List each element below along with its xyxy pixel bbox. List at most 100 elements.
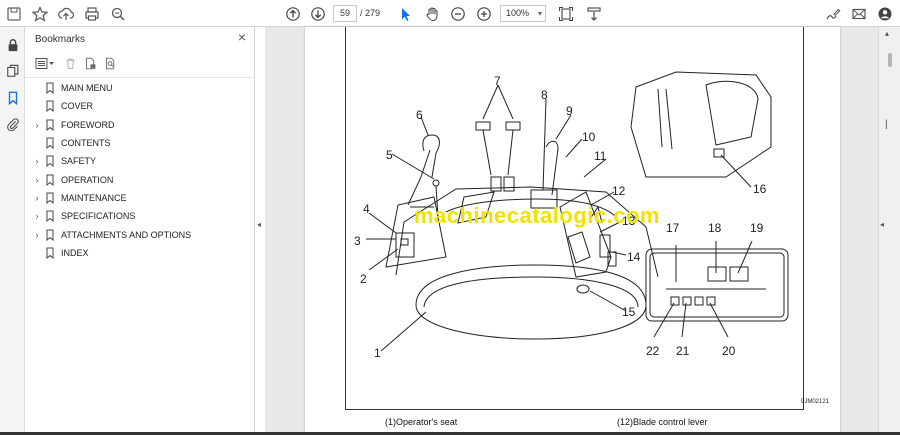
find-bookmark-icon[interactable] <box>101 55 119 71</box>
delete-icon[interactable] <box>61 55 79 71</box>
scroll-mode-icon[interactable] <box>583 3 605 24</box>
bookmark-tree: MAIN MENU COVER › FOREWORD CONTENTS › SAFETY › O… <box>25 79 255 262</box>
callout-22: 22 <box>646 344 660 358</box>
pdf-page: 1 2 3 4 5 6 7 8 9 10 11 12 13 14 15 16 1 <box>305 27 840 435</box>
callout-4: 4 <box>363 202 370 216</box>
bookmark-flag-icon <box>46 137 54 150</box>
callout-15: 15 <box>622 305 636 319</box>
bookmark-star-icon[interactable] <box>29 3 51 24</box>
zoom-out-icon[interactable] <box>447 3 469 24</box>
expand-chevron-icon[interactable]: › <box>25 211 41 221</box>
lock-icon[interactable] <box>4 36 21 53</box>
bookmarks-panel: Bookmarks × MAIN MENU COVER › FOREWORD CONTE… <box>25 27 255 435</box>
expand-chevron-icon[interactable]: › <box>25 156 41 166</box>
bookmark-flag-icon <box>46 119 54 131</box>
callout-7: 7 <box>494 74 501 88</box>
expand-chevron-icon[interactable]: › <box>25 175 41 185</box>
options-menu-icon[interactable] <box>33 55 57 71</box>
new-bookmark-icon[interactable] <box>81 55 99 71</box>
bookmark-label: CONTENTS <box>61 138 111 149</box>
save-icon[interactable] <box>3 3 25 24</box>
callout-18: 18 <box>708 221 722 235</box>
callout-5: 5 <box>386 148 393 162</box>
account-icon[interactable] <box>874 3 896 24</box>
caption-right: (12)Blade control lever <box>617 417 708 427</box>
pages-icon[interactable] <box>4 62 21 79</box>
zoom-value: 100% <box>506 8 530 18</box>
bookmark-label: MAINTENANCE <box>61 192 127 203</box>
bookmark-item[interactable]: › MAINTENANCE <box>25 189 255 207</box>
expand-chevron-icon[interactable]: › <box>25 193 41 203</box>
callout-11: 11 <box>594 149 607 163</box>
caption-left: (1)Operator's seat <box>385 417 458 427</box>
bookmark-panel-icon[interactable] <box>4 89 21 106</box>
vertical-scrollbar[interactable]: ▴ | <box>878 27 900 435</box>
close-icon[interactable]: × <box>238 30 246 44</box>
bookmark-item[interactable]: CONTENTS <box>25 134 255 152</box>
callout-12: 12 <box>612 184 626 198</box>
sign-icon[interactable] <box>822 3 844 24</box>
bookmark-flag-icon <box>46 174 54 186</box>
bookmark-flag-icon <box>46 82 54 95</box>
callout-6: 6 <box>416 108 423 122</box>
callout-16: 16 <box>753 182 767 196</box>
callout-19: 19 <box>750 221 764 235</box>
right-panel-toggle-icon[interactable]: | <box>885 119 888 130</box>
fit-page-icon[interactable] <box>555 3 577 24</box>
bookmark-flag-icon <box>46 247 54 259</box>
bookmark-item[interactable]: › SAFETY <box>25 152 255 170</box>
bookmark-label: SPECIFICATIONS <box>61 211 136 222</box>
callout-3: 3 <box>354 234 361 248</box>
bookmark-label: SAFETY <box>61 156 97 167</box>
zoom-in-icon[interactable] <box>473 3 495 24</box>
attachment-icon[interactable] <box>4 115 21 132</box>
page-total-label: / 279 <box>360 8 381 18</box>
callout-10: 10 <box>582 130 596 144</box>
document-viewport[interactable]: 1 2 3 4 5 6 7 8 9 10 11 12 13 14 15 16 1 <box>265 27 878 435</box>
figure-frame: 1 2 3 4 5 6 7 8 9 10 11 12 13 14 15 16 1 <box>345 27 829 410</box>
expand-chevron-icon[interactable]: › <box>25 230 41 240</box>
callout-21: 21 <box>676 344 690 358</box>
bookmark-item[interactable]: › SPECIFICATIONS <box>25 207 255 225</box>
panel-divider <box>25 77 255 78</box>
scroll-up-icon[interactable]: ▴ <box>885 29 889 38</box>
bookmark-flag-icon <box>46 210 54 223</box>
page-down-icon[interactable] <box>307 3 329 24</box>
page-number-input[interactable]: 59 <box>333 5 357 22</box>
panel-title: Bookmarks <box>35 34 86 45</box>
bookmark-item[interactable]: COVER <box>25 97 255 115</box>
navigation-rail <box>0 27 25 435</box>
mail-icon[interactable] <box>848 3 870 24</box>
bookmark-item[interactable]: › OPERATION <box>25 170 255 188</box>
expand-chevron-icon[interactable]: › <box>25 120 41 130</box>
bookmark-flag-icon <box>46 100 54 113</box>
callout-2: 2 <box>360 272 367 286</box>
page-up-icon[interactable] <box>282 3 304 24</box>
upload-icon[interactable] <box>55 3 77 24</box>
callout-20: 20 <box>722 344 736 358</box>
bookmark-item[interactable]: INDEX <box>25 244 255 262</box>
callout-1: 1 <box>374 346 381 360</box>
bookmark-label: OPERATION <box>61 174 114 185</box>
callout-8: 8 <box>541 88 548 102</box>
bookmark-flag-icon <box>46 192 54 204</box>
collapse-panel-icon[interactable]: ◂ <box>257 220 261 229</box>
search-zoom-icon[interactable] <box>107 3 129 24</box>
bookmark-label: COVER <box>61 101 94 112</box>
zoom-select[interactable]: 100% ▾ <box>500 5 546 22</box>
scroll-thumb[interactable] <box>888 53 892 67</box>
bookmark-item[interactable]: › ATTACHMENTS AND OPTIONS <box>25 225 255 243</box>
bookmark-flag-icon <box>46 155 54 168</box>
print-icon[interactable] <box>81 3 103 24</box>
bookmark-item[interactable]: MAIN MENU <box>25 79 255 97</box>
select-arrow-icon[interactable] <box>395 3 417 24</box>
expand-right-panel-icon[interactable]: ◂ <box>880 220 884 229</box>
callout-9: 9 <box>566 104 573 118</box>
bookmark-flag-icon <box>46 229 54 241</box>
watermark-text: machinecatalogic.com <box>414 203 660 228</box>
main-toolbar: 59 / 279 100% ▾ <box>0 0 900 27</box>
bookmark-label: ATTACHMENTS AND OPTIONS <box>61 229 192 240</box>
hand-icon[interactable] <box>421 3 443 24</box>
bookmark-label: MAIN MENU <box>61 83 113 94</box>
bookmark-item[interactable]: › FOREWORD <box>25 116 255 134</box>
